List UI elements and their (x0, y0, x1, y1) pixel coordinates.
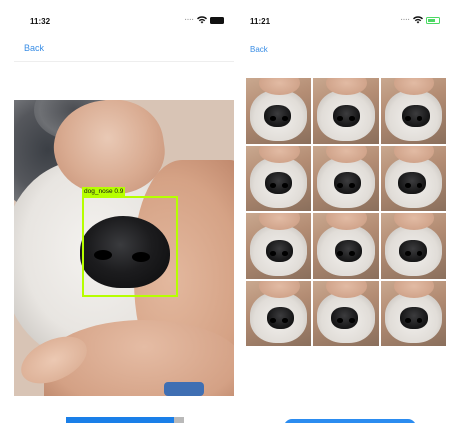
nose-crop-tile[interactable] (380, 78, 446, 144)
back-button[interactable]: Back (24, 43, 44, 53)
nostril-left (270, 250, 277, 256)
nostril-left (337, 115, 344, 121)
nose-crop-tile[interactable] (246, 213, 312, 279)
nostril-left (270, 115, 277, 121)
right-phone-screen: 11:21 ···· Back (246, 0, 450, 423)
bottom-action-button[interactable] (66, 417, 182, 423)
dog-nose (265, 239, 294, 262)
sleeve-strip (164, 382, 204, 396)
nostril-right (416, 115, 423, 121)
nostril-left (404, 183, 411, 189)
dog-nose (264, 172, 293, 195)
nostril-right (281, 115, 288, 121)
wifi-icon (413, 16, 423, 24)
nose-crop-tile[interactable] (313, 78, 379, 144)
detection-label: dog_nose 0.9 (82, 187, 126, 196)
nose-crop-tile[interactable] (313, 280, 379, 346)
nostril-left (337, 250, 344, 256)
status-bar: 11:32 ···· (14, 14, 234, 28)
nose-crop-tile[interactable] (380, 145, 446, 211)
nostril-right (281, 250, 288, 256)
status-icons: ···· (185, 16, 224, 24)
detection-bounding-box (82, 196, 178, 297)
nostril-right (281, 183, 288, 189)
status-bar: 11:21 ···· (246, 14, 450, 28)
nose-crop-tile[interactable] (246, 145, 312, 211)
nose-crop-grid (246, 78, 446, 346)
nostril-right (416, 250, 423, 256)
dog-nose (400, 307, 428, 330)
nostril-left (404, 318, 411, 324)
nostril-right (349, 250, 356, 256)
nose-crop-tile[interactable] (380, 280, 446, 346)
nav-bar: Back (246, 32, 450, 62)
dog-nose-photo: dog_nose 0.9 (14, 100, 234, 396)
nav-bar: Back (14, 32, 234, 62)
nose-crop-tile[interactable] (246, 280, 312, 346)
nose-crop-tile[interactable] (380, 213, 446, 279)
nostril-left (404, 250, 411, 256)
left-phone-screen: 11:32 ···· Back dog_nose 0.9 (14, 0, 234, 423)
status-time: 11:21 (250, 17, 271, 26)
battery-icon (210, 16, 224, 24)
status-icons: ···· (401, 16, 440, 24)
nose-crop-tile[interactable] (313, 145, 379, 211)
status-time: 11:32 (30, 17, 51, 26)
nostril-right (281, 318, 288, 324)
signal-icon: ···· (400, 16, 410, 24)
nose-crop-tile[interactable] (313, 213, 379, 279)
nose-crop-tile[interactable] (246, 78, 312, 144)
nostril-left (404, 115, 411, 121)
signal-icon: ···· (184, 16, 194, 24)
nostril-right (349, 115, 356, 121)
dog-nose (399, 239, 427, 262)
bottom-button-track (174, 417, 184, 423)
battery-icon (426, 16, 440, 24)
back-button[interactable]: Back (250, 45, 268, 54)
wifi-icon (197, 16, 207, 24)
bottom-action-button[interactable] (284, 419, 416, 423)
